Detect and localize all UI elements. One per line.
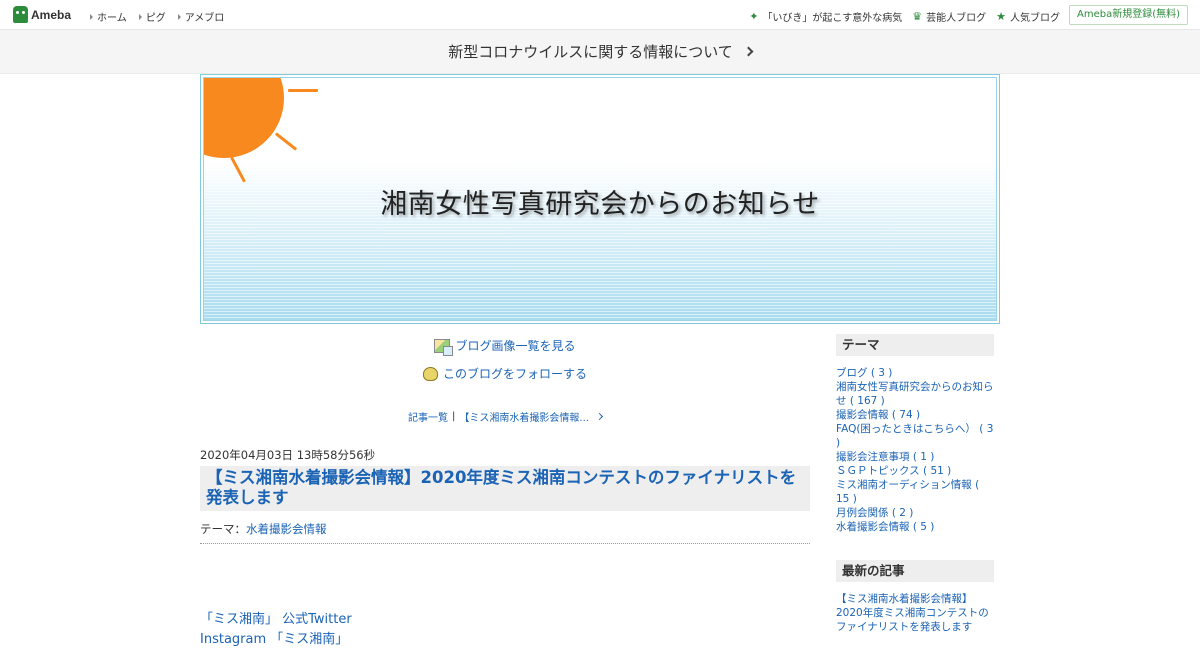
theme-item[interactable]: 月例会関係 ( 2 ) xyxy=(836,507,913,519)
image-list-link[interactable]: ブログ画像一覧を見る xyxy=(200,337,810,356)
signup-button[interactable]: Ameba新規登録(無料) xyxy=(1068,5,1188,25)
theme-link[interactable]: 水着撮影会情報 xyxy=(246,522,327,536)
latest-list: 【ミス湘南水着撮影会情報】2020年度ミス湘南コンテストのファイナリストを発表し… xyxy=(836,592,994,634)
twitter-link[interactable]: 「ミス湘南」 公式Twitter xyxy=(200,612,352,627)
theme-label: テーマ： xyxy=(200,522,246,536)
theme-item[interactable]: FAQ(困ったときはこちらへ） ( 3 ) xyxy=(836,423,993,449)
triangle-right-icon xyxy=(90,13,93,20)
crown-icon: ♛ xyxy=(912,9,923,23)
entry-theme: テーマ：水着撮影会情報 xyxy=(200,521,810,544)
star-icon: ★ xyxy=(996,9,1006,23)
header-right-links: ✦ 「いびき」が起こす意外な病気 ♛ 芸能人ブログ ★ 人気ブログ xyxy=(749,9,1060,25)
triangle-right-icon xyxy=(138,13,142,20)
main-column: ブログ画像一覧を見る このブログをフォローする 記事一覧 | 【ミス湘南水着撮影… xyxy=(200,334,810,650)
current-article-link[interactable]: 【ミス湘南水着撮影会情報... xyxy=(459,409,589,424)
banner-image: 湘南女性写真研究会からのお知らせ xyxy=(203,77,997,321)
entry-title-link[interactable]: 【ミス湘南水着撮影会情報】2020年度ミス湘南コンテストのファイナリストを発表し… xyxy=(206,468,796,507)
notice-text: 新型コロナウイルスに関する情報について xyxy=(448,43,733,61)
follow-icon xyxy=(422,366,438,381)
nav-home[interactable]: ホーム xyxy=(90,9,127,24)
latest-item[interactable]: 【ミス湘南水着撮影会情報】2020年度ミス湘南コンテストのファイナリストを発表し… xyxy=(836,593,989,633)
breadcrumb: 記事一覧 | 【ミス湘南水着撮影会情報... xyxy=(200,409,810,424)
link-celebrity-blog[interactable]: ♛ 芸能人ブログ xyxy=(912,9,986,25)
sun-ray xyxy=(274,132,298,151)
sparkle-icon: ✦ xyxy=(749,9,759,23)
theme-item[interactable]: ＳＧＰトピックス ( 51 ) xyxy=(836,465,951,477)
blog-title: 湘南女性写真研究会からのお知らせ xyxy=(380,189,820,220)
sun-ray xyxy=(288,89,318,92)
breadcrumb-separator: | xyxy=(452,411,456,422)
entry-title: 【ミス湘南水着撮影会情報】2020年度ミス湘南コンテストのファイナリストを発表し… xyxy=(200,466,810,511)
ameba-logo[interactable]: Ameba xyxy=(13,6,71,23)
sidebar: テーマ ブログ ( 3 ) 湘南女性写真研究会からのお知らせ ( 167 ) 撮… xyxy=(836,334,994,634)
article-list-link[interactable]: 記事一覧 xyxy=(408,409,448,424)
entry-body: 「ミス湘南」 公式Twitter Instagram 「ミス湘南」 xyxy=(200,610,810,650)
sun-ray xyxy=(230,156,246,183)
chevron-right-icon xyxy=(743,46,754,57)
triangle-right-icon xyxy=(177,13,181,20)
nav-ameblo[interactable]: アメブロ xyxy=(177,9,224,24)
latest-heading: 最新の記事 xyxy=(836,560,994,582)
sun-icon xyxy=(204,78,284,158)
ameba-logo-icon xyxy=(13,6,28,23)
theme-item[interactable]: 撮影会注意事項 ( 1 ) xyxy=(836,451,934,463)
theme-list: ブログ ( 3 ) 湘南女性写真研究会からのお知らせ ( 167 ) 撮影会情報… xyxy=(836,366,994,534)
instagram-link[interactable]: Instagram 「ミス湘南」 xyxy=(200,632,348,647)
corona-notice-link[interactable]: 新型コロナウイルスに関する情報について xyxy=(0,30,1200,74)
entry-date: 2020年04月03日 13時58分56秒 xyxy=(200,448,376,462)
nav-pigg[interactable]: ピグ xyxy=(138,9,166,24)
global-header: Ameba ホーム ピグ アメブロ ✦ 「いびき」が起こす意外な病気 ♛ 芸能人ブロ… xyxy=(0,0,1200,30)
chevron-right-icon xyxy=(595,412,603,421)
theme-heading: テーマ xyxy=(836,334,994,356)
global-nav: ホーム ピグ アメブロ xyxy=(90,9,224,24)
image-gallery-icon xyxy=(434,338,454,356)
link-ibiki[interactable]: ✦ 「いびき」が起こす意外な病気 xyxy=(749,9,902,25)
theme-item[interactable]: ブログ ( 3 ) xyxy=(836,367,892,379)
theme-item[interactable]: 湘南女性写真研究会からのお知らせ ( 167 ) xyxy=(836,381,994,407)
ameba-logo-text: Ameba xyxy=(31,7,72,22)
theme-item[interactable]: 撮影会情報 ( 74 ) xyxy=(836,409,920,421)
blog-header-banner[interactable]: 湘南女性写真研究会からのお知らせ xyxy=(200,74,1000,324)
theme-item[interactable]: 水着撮影会情報 ( 5 ) xyxy=(836,521,934,533)
link-popular-blog[interactable]: ★ 人気ブログ xyxy=(996,9,1060,25)
theme-item[interactable]: ミス湘南オーディション情報 ( 15 ) xyxy=(836,479,979,505)
follow-blog-link[interactable]: このブログをフォローする xyxy=(200,365,810,382)
